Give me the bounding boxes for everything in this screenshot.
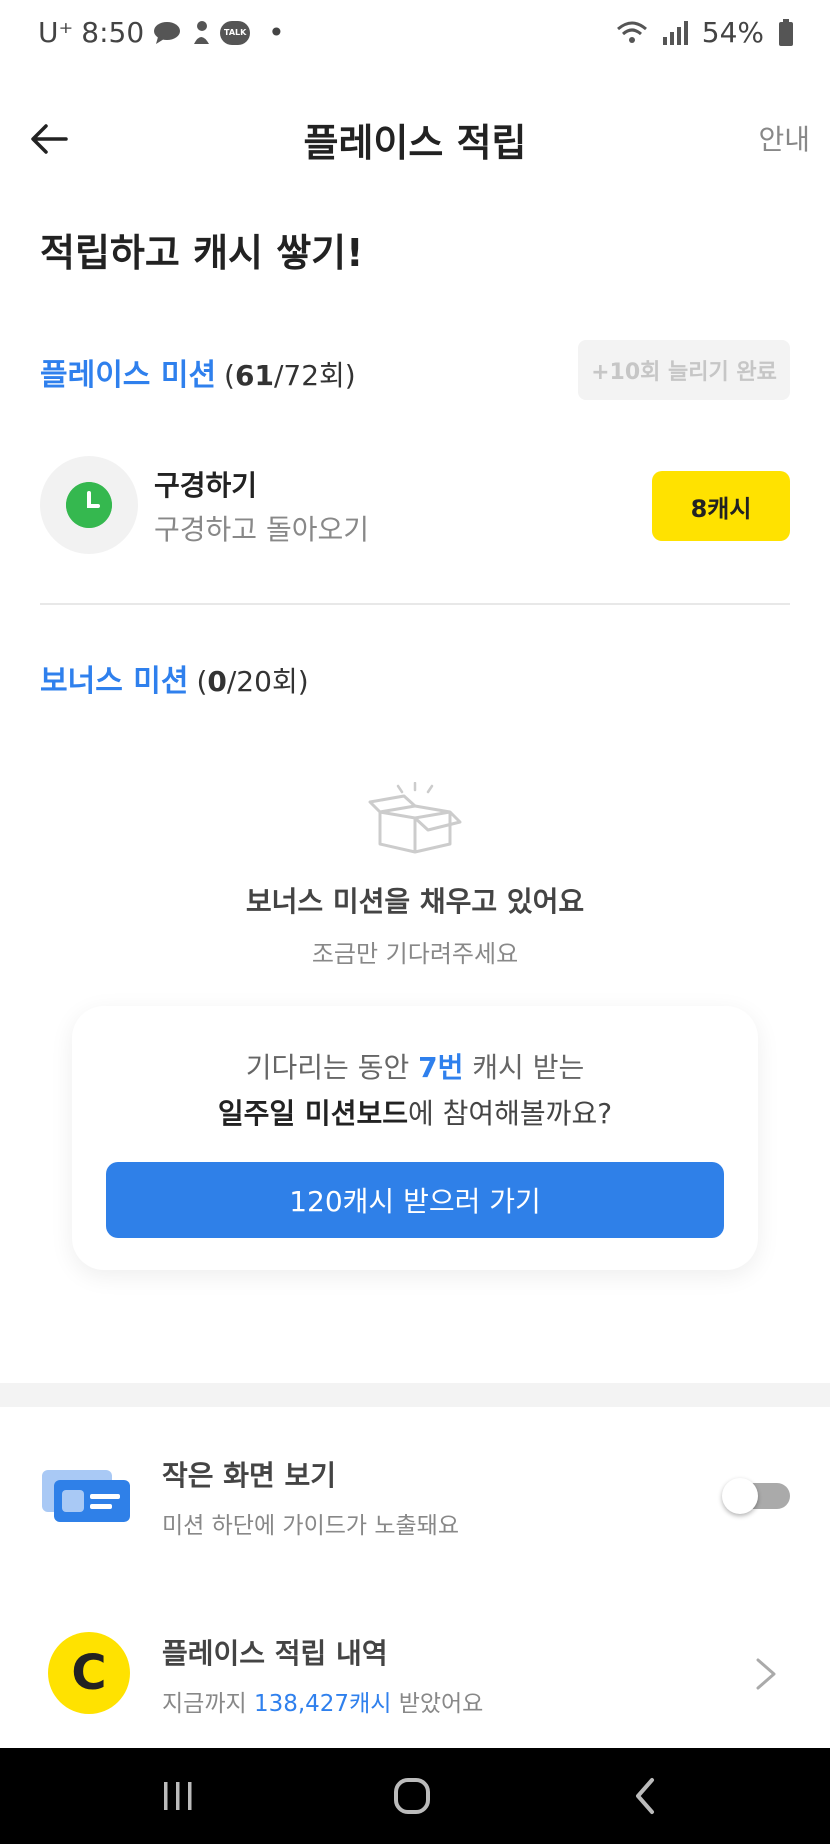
promo-bold: 일주일 미션보드 [217, 1097, 408, 1130]
promo-line-1: 기다리는 동안 7번 캐시 받는 [72, 1046, 758, 1086]
talk-icon: TALK [220, 20, 251, 45]
small-view-toggle[interactable] [722, 1478, 790, 1514]
mission-icon [40, 456, 138, 554]
history-text: 지금까지 [162, 1691, 254, 1717]
empty-box-icon [368, 782, 462, 854]
notification-dot: • [268, 16, 285, 49]
empty-state-title: 보너스 미션을 채우고 있어요 [245, 885, 585, 918]
status-bar: U⁺ 8:50 TALK • 54% [0, 0, 830, 64]
promo-text: 기다리는 동안 [245, 1051, 419, 1084]
bonus-mission-count: (0/20회) [196, 665, 308, 698]
extend-complete-button: +10회 늘리기 완료 [578, 340, 790, 400]
get-cash-button[interactable]: 120캐시 받으러 가기 [106, 1162, 724, 1238]
divider [40, 603, 790, 605]
history-text: 받았어요 [391, 1691, 484, 1717]
guide-button[interactable]: 안내 [758, 118, 810, 158]
count-done: 0 [207, 665, 227, 698]
promo-line-2: 일주일 미션보드에 참여해볼까요? [72, 1092, 758, 1132]
count-open: ( [196, 665, 208, 698]
card-view-icon [42, 1470, 130, 1522]
history-title[interactable]: 플레이스 적립 내역 [162, 1632, 388, 1672]
chevron-right-icon[interactable] [754, 1656, 778, 1692]
mission-reward-button[interactable]: 8캐시 [652, 471, 790, 541]
small-view-title: 작은 화면 보기 [162, 1459, 337, 1492]
battery-percent: 54% [701, 16, 764, 49]
place-mission-heading: 플레이스 미션 (61/72회) [40, 350, 356, 394]
carrier-label: U⁺ [38, 16, 74, 49]
cash-coin-icon: C [48, 1632, 130, 1714]
mission-name: 구경하기 [154, 469, 258, 502]
bonus-mission-heading: 보너스 미션 (0/20회) [40, 656, 309, 700]
promo-text: 캐시 받는 [463, 1051, 585, 1084]
clock-time: 8:50 [81, 16, 145, 49]
place-mission-count: (61/72회) [224, 359, 356, 392]
toggle-knob [722, 1478, 758, 1514]
count-done: 61 [234, 359, 274, 392]
nav-back-icon[interactable] [632, 1776, 658, 1816]
figure-icon [194, 20, 210, 44]
promo-highlight: 7번 [418, 1051, 464, 1084]
section-separator [0, 1383, 830, 1407]
headline: 적립하고 캐시 쌓기! [40, 231, 364, 275]
page-title: 플레이스 적립 [303, 121, 527, 165]
empty-state-subtitle: 조금만 기다려주세요 [311, 940, 519, 968]
clock-icon [66, 482, 112, 528]
bonus-mission-title: 보너스 미션 [40, 664, 189, 699]
place-mission-title: 플레이스 미션 [40, 358, 217, 393]
status-right: 54% [616, 16, 794, 49]
signal-icon [662, 20, 688, 45]
small-view-desc: 미션 하단에 가이드가 노출돼요 [162, 1513, 460, 1539]
status-left: U⁺ 8:50 TALK • [38, 16, 285, 49]
battery-icon [779, 18, 793, 46]
mission-desc: 구경하고 돌아오기 [154, 513, 369, 546]
history-desc: 지금까지 138,427캐시 받았어요 [162, 1684, 483, 1718]
wifi-icon [616, 21, 647, 43]
count-rest: /72회) [273, 359, 356, 392]
system-nav-bar [0, 1748, 830, 1844]
recent-apps-icon[interactable] [160, 1778, 196, 1814]
home-icon[interactable] [392, 1776, 432, 1816]
message-bubble-icon [154, 21, 181, 44]
history-total: 138,427캐시 [253, 1691, 392, 1717]
count-rest: /20회) [226, 665, 309, 698]
mission-board-card: 기다리는 동안 7번 캐시 받는 일주일 미션보드에 참여해볼까요? 120캐시… [72, 1006, 758, 1270]
promo-text: 에 참여해볼까요? [407, 1097, 613, 1130]
count-open: ( [224, 359, 235, 392]
